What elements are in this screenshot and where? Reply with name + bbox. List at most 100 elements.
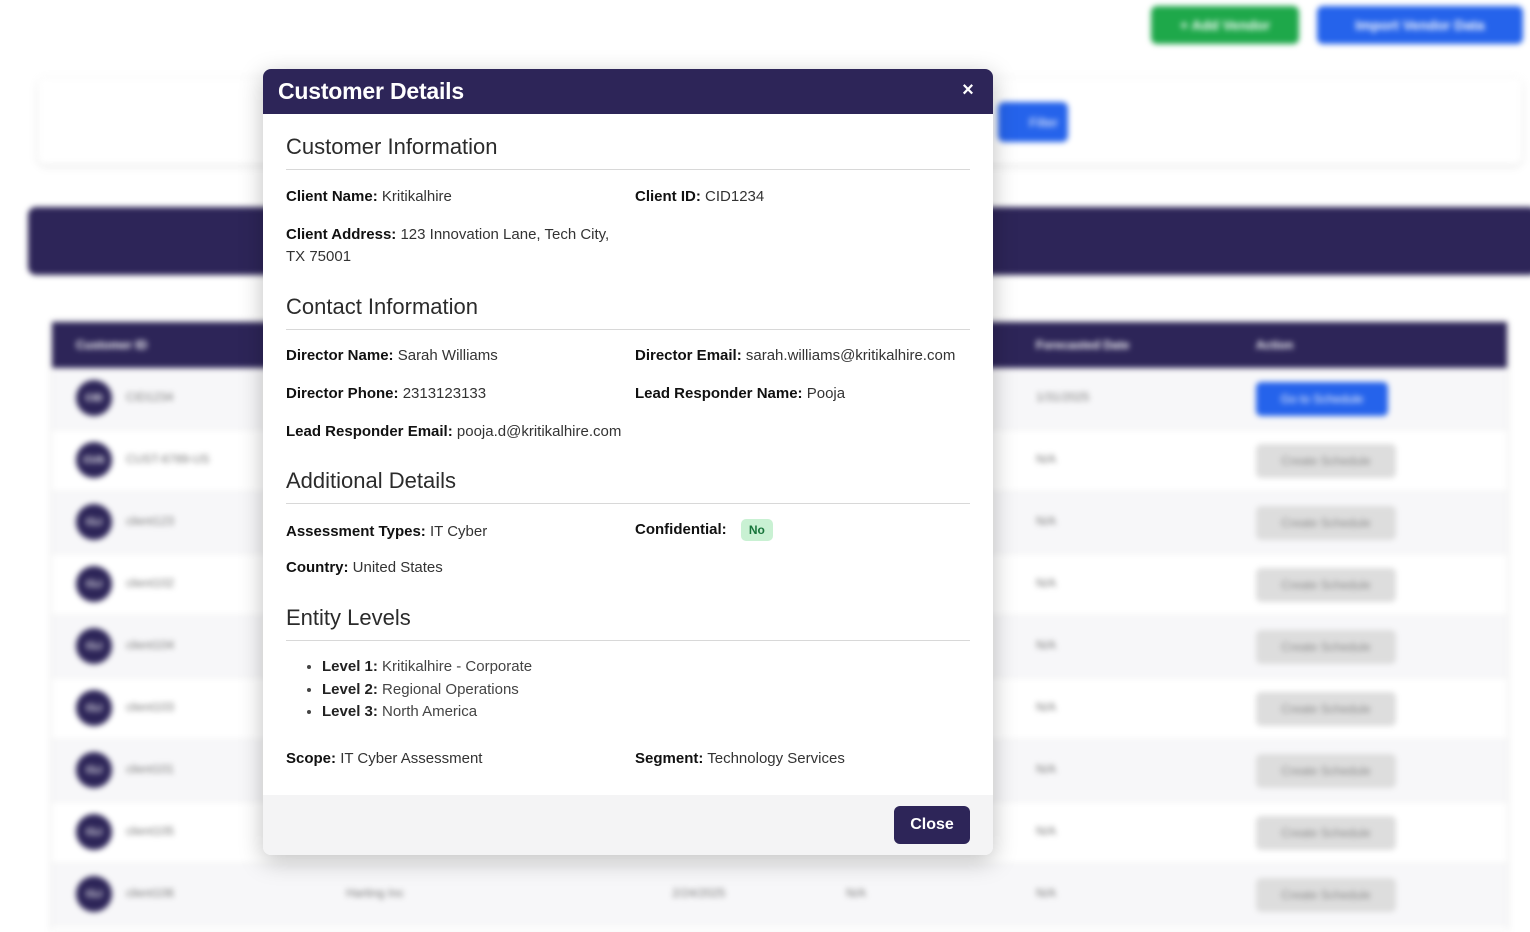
scope-field: Scope: IT Cyber Assessment — [286, 748, 635, 770]
scope-value: IT Cyber Assessment — [340, 749, 483, 767]
lead-responder-email-value: pooja.d@kritikalhire.com — [456, 423, 622, 440]
avatar: CLI — [76, 814, 112, 850]
client-name-value: Kritikalhire — [381, 188, 452, 205]
lead-responder-email-field: Lead Responder Email: pooja.d@kritikalhi… — [286, 421, 635, 443]
client-address-label: Client Address: — [286, 226, 397, 243]
avatar: CLI — [76, 876, 112, 912]
section-title-customer-info: Customer Information — [286, 134, 970, 170]
create-schedule-button[interactable]: Create Schedule — [1256, 568, 1396, 602]
modal-footer: Close — [263, 795, 993, 855]
create-schedule-button[interactable]: Create Schedule — [1256, 816, 1396, 850]
contact-info-grid: Director Name: Sarah Williams Director E… — [286, 345, 970, 443]
level-1-label: Level 1: — [322, 658, 378, 675]
director-name-label: Director Name: — [286, 347, 394, 364]
customer-details-modal: Customer Details × Customer Information … — [263, 69, 993, 855]
confidential-badge: No — [740, 519, 773, 541]
client-address-field: Client Address: 123 Innovation Lane, Tec… — [286, 224, 616, 268]
table-row: CLI client106 Harting Inc 2/24/2025 N/A … — [52, 864, 1507, 926]
modal-header: Customer Details × — [263, 69, 993, 114]
director-email-label: Director Email: — [635, 347, 742, 364]
add-vendor-button[interactable]: + Add Vendor — [1151, 6, 1299, 44]
filter-button[interactable]: Filter — [998, 102, 1068, 142]
scope-label: Scope: — [286, 749, 337, 767]
avatar: CLI — [76, 628, 112, 664]
create-schedule-button[interactable]: Create Schedule — [1256, 506, 1396, 540]
customer-info-grid: Client Name: Kritikalhire Client ID: CID… — [286, 186, 970, 268]
header-customer-id: Customer ID — [76, 338, 148, 352]
create-schedule-button[interactable]: Create Schedule — [1256, 630, 1396, 664]
list-item: Level 1: Kritikalhire - Corporate — [322, 656, 970, 679]
level-1-value: Kritikalhire - Corporate — [382, 658, 533, 675]
list-item: Level 2: Regional Operations — [322, 679, 970, 702]
forecasted-date-cell: N/A — [1036, 824, 1057, 838]
level-2-value: Regional Operations — [382, 680, 519, 698]
client-name-field: Client Name: Kritikalhire — [286, 186, 635, 208]
avatar: CLI — [76, 752, 112, 788]
status-cell: N/A — [846, 886, 867, 900]
customer-id-cell: client103 — [126, 700, 175, 714]
avatar: CLI — [76, 566, 112, 602]
entity-levels-list: Level 1: Kritikalhire - Corporate Level … — [286, 656, 970, 724]
go-to-schedule-button[interactable]: Go to Schedule — [1256, 382, 1388, 416]
segment-label: Segment: — [635, 749, 704, 767]
additional-details-grid: Assessment Types: IT Cyber Confidential:… — [286, 519, 970, 579]
director-phone-label: Director Phone: — [286, 385, 399, 402]
create-schedule-button[interactable]: Create Schedule — [1256, 444, 1396, 478]
created-date-cell: 2/24/2025 — [672, 886, 726, 900]
close-icon[interactable]: × — [957, 79, 979, 101]
client-id-value: CID1234 — [705, 188, 765, 205]
scope-segment-grid: Scope: IT Cyber Assessment Segment: Tech… — [286, 748, 970, 770]
assessment-types-value: IT Cyber — [429, 523, 488, 540]
lead-responder-name-field: Lead Responder Name: Pooja — [635, 383, 970, 405]
lead-responder-name-label: Lead Responder Name: — [635, 385, 803, 402]
customer-id-cell: CUST-6789-US — [126, 452, 210, 466]
import-vendor-button[interactable]: Import Vendor Data — [1317, 6, 1523, 44]
customer-id-cell: client105 — [126, 824, 175, 838]
forecasted-date-cell: N/A — [1036, 514, 1057, 528]
avatar: CID — [76, 380, 112, 416]
assessment-types-label: Assessment Types: — [286, 523, 426, 540]
country-field: Country: United States — [286, 557, 635, 579]
level-3-value: North America — [382, 703, 478, 720]
country-value: United States — [352, 559, 443, 576]
client-id-field: Client ID: CID1234 — [635, 186, 970, 208]
client-name-label: Client Name: — [286, 188, 378, 205]
customer-id-cell: client123 — [126, 514, 175, 528]
confidential-label: Confidential: — [635, 521, 727, 538]
section-title-entity-levels: Entity Levels — [286, 605, 970, 641]
director-phone-value: 2313123133 — [402, 385, 487, 402]
create-schedule-button[interactable]: Create Schedule — [1256, 692, 1396, 726]
forecasted-date-cell: N/A — [1036, 452, 1057, 466]
confidential-field: Confidential: No — [635, 519, 970, 543]
forecasted-date-cell: N/A — [1036, 886, 1057, 900]
modal-title: Customer Details — [278, 78, 464, 104]
director-email-value: sarah.williams@kritikalhire.com — [745, 347, 956, 364]
forecasted-date-cell: N/A — [1036, 638, 1057, 652]
close-button[interactable]: Close — [894, 806, 970, 844]
level-3-label: Level 3: — [322, 703, 378, 720]
header-forecasted-date: Forecasted Date — [1036, 338, 1130, 352]
list-item: Level 3: North America — [322, 701, 970, 724]
forecasted-date-cell: N/A — [1036, 762, 1057, 776]
avatar: CLI — [76, 690, 112, 726]
country-label: Country: — [286, 559, 349, 576]
create-schedule-button[interactable]: Create Schedule — [1256, 878, 1396, 912]
section-title-additional-details: Additional Details — [286, 468, 970, 504]
avatar: CUS — [76, 442, 112, 478]
customer-id-cell: CID1234 — [126, 390, 174, 404]
create-schedule-button[interactable]: Create Schedule — [1256, 754, 1396, 788]
customer-id-cell: client106 — [126, 886, 175, 900]
section-title-contact-info: Contact Information — [286, 294, 970, 330]
header-action: Action — [1256, 338, 1294, 352]
customer-id-cell: client104 — [126, 638, 175, 652]
customer-id-cell: client102 — [126, 576, 175, 590]
client-id-label: Client ID: — [635, 188, 701, 205]
avatar: CLI — [76, 504, 112, 540]
forecasted-date-cell: N/A — [1036, 700, 1057, 714]
customer-name-cell: Harting Inc — [346, 886, 405, 900]
assessment-types-field: Assessment Types: IT Cyber — [286, 519, 635, 543]
customer-id-cell: client101 — [126, 762, 175, 776]
lead-responder-name-value: Pooja — [806, 385, 846, 402]
lead-responder-email-label: Lead Responder Email: — [286, 423, 453, 440]
forecasted-date-cell: 1/31/2025 — [1036, 390, 1090, 404]
